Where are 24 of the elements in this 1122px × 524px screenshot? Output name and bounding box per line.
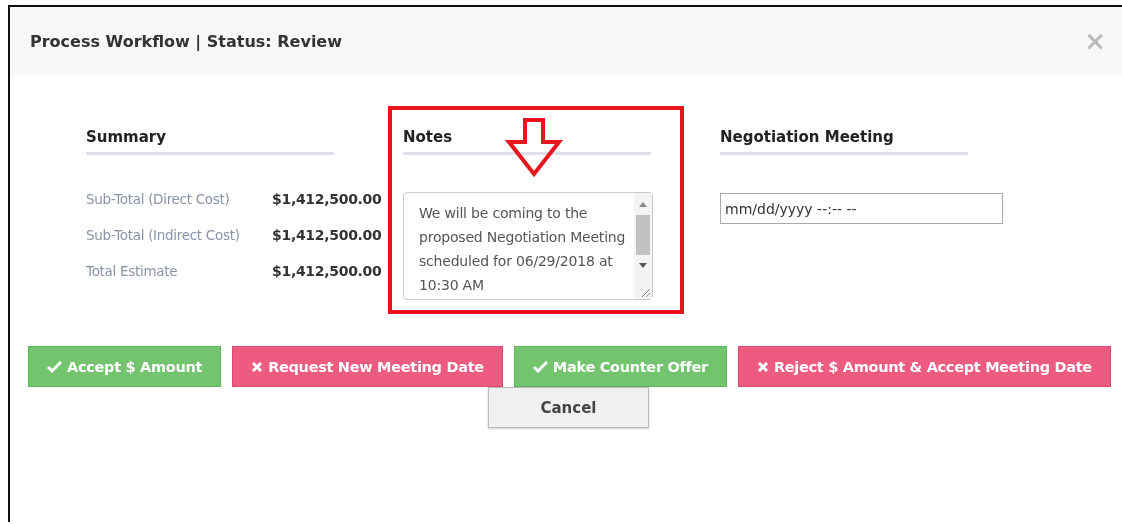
action-button[interactable]: Request New Meeting Date (232, 346, 503, 387)
summary-label: Sub-Total (Direct Cost) (86, 191, 231, 207)
action-button[interactable]: Accept $ Amount (28, 346, 222, 387)
check-icon (47, 360, 62, 373)
summary-value: $1,412,500.00 (272, 227, 382, 243)
summary-value: $1,412,500.00 (272, 191, 382, 207)
cancel-button[interactable]: Cancel (488, 387, 649, 428)
summary-label: Total Estimate (86, 263, 179, 279)
notes-field[interactable]: We will be coming to the proposed Negotiation Meeting scheduled for 06/29/2018 at 10:30 AM (403, 192, 653, 300)
action-button[interactable]: Reject $ Amount & Accept Meeting Date (737, 346, 1111, 387)
section-heading: Summary (86, 128, 334, 155)
date-time-field[interactable]: mm/dd/yyyy --:-- -- (720, 193, 1003, 224)
summary-value: $1,412,500.00 (272, 263, 382, 279)
close-icon (756, 360, 769, 373)
scrollbar[interactable] (634, 193, 652, 299)
action-button[interactable]: Make Counter Offer (513, 346, 727, 387)
section-heading: Negotiation Meeting (720, 128, 968, 155)
down-arrow-icon (505, 118, 565, 178)
check-icon (532, 360, 548, 373)
section-heading: Notes (403, 128, 651, 155)
summary-label: Sub-Total (Indirect Cost) (86, 227, 241, 243)
dialog-title: Process Workflow | Status: Review (30, 31, 342, 51)
close-icon (251, 360, 264, 373)
close-button[interactable]: × (1084, 26, 1106, 56)
